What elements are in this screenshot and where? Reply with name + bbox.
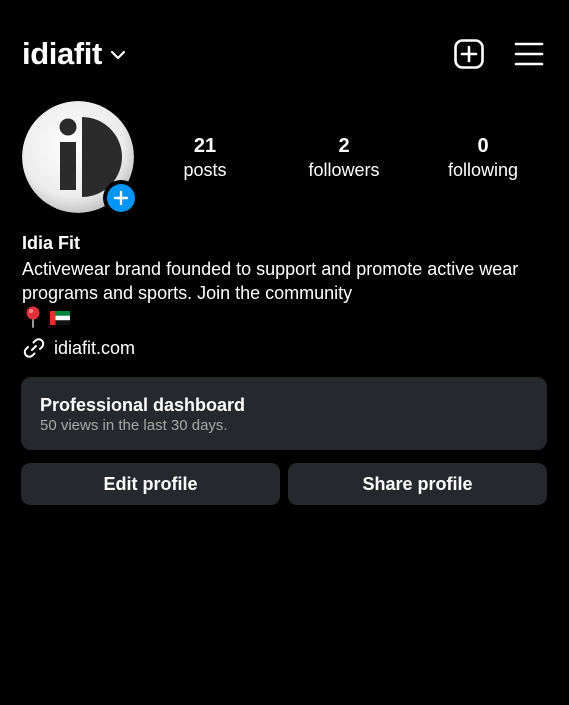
share-profile-button[interactable]: Share profile: [288, 463, 547, 505]
dashboard-subtitle: 50 views in the last 30 days.: [40, 417, 228, 434]
followers-number: 2: [338, 135, 350, 157]
posts-label: posts: [183, 160, 227, 180]
posts-count[interactable]: 21 posts: [150, 134, 260, 182]
account-switcher[interactable]: idiafit: [22, 36, 126, 72]
add-story-button[interactable]: [103, 180, 139, 216]
profile-avatar[interactable]: [22, 101, 139, 216]
profile-header: idiafit: [22, 32, 547, 76]
menu-icon: [514, 42, 544, 66]
professional-dashboard[interactable]: Professional dashboard 50 views in the l…: [21, 377, 547, 450]
followers-label: followers: [308, 160, 380, 180]
bio-emojis: [22, 305, 70, 329]
uae-flag-emoji: [50, 311, 70, 325]
menu-button[interactable]: [513, 38, 545, 70]
link-url: idiafit.com: [54, 338, 136, 358]
following-label: following: [447, 160, 519, 180]
followers-count[interactable]: 2 followers: [289, 134, 399, 182]
dashboard-title: Professional dashboard: [40, 395, 246, 415]
chevron-down-icon: [110, 50, 125, 60]
create-post-button[interactable]: [453, 38, 485, 70]
create-post-icon: [454, 39, 484, 69]
posts-number: 21: [193, 135, 217, 157]
following-count[interactable]: 0 following: [428, 134, 538, 182]
round-pushpin-emoji: [26, 306, 40, 328]
following-number: 0: [477, 135, 489, 157]
edit-profile-button[interactable]: Edit profile: [21, 463, 280, 505]
username: idiafit: [22, 36, 102, 71]
link-icon: [23, 338, 45, 358]
profile-name: Idia Fit: [22, 233, 80, 253]
profile-link[interactable]: idiafit.com: [22, 336, 135, 360]
plus-icon: [113, 190, 129, 206]
profile-bio: Activewear brand founded to support and …: [22, 259, 519, 303]
